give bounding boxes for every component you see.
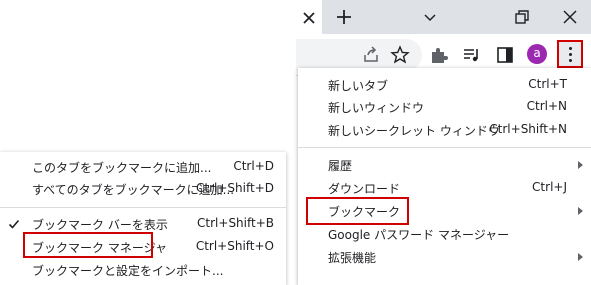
share-icon[interactable] [361, 45, 381, 65]
new-tab-icon[interactable] [335, 8, 353, 26]
menu-dot-icon [569, 53, 572, 56]
media-control-icon[interactable] [462, 45, 482, 65]
menu-item-shortcut: Ctrl+T [528, 77, 567, 91]
menu-item-label: 新しいウィンドウ [328, 101, 425, 115]
menu-item-history[interactable]: 履歴 [298, 154, 591, 176]
menu-item-label: ブックマークと設定をインポート... [32, 264, 224, 278]
bookmarks-submenu: このタブをブックマークに追加... Ctrl+D すべてのタブをブックマークに追… [0, 152, 286, 285]
menu-item-shortcut: Ctrl+D [233, 159, 274, 173]
menu-divider [298, 147, 591, 148]
chrome-main-menu: 新しいタブ Ctrl+T 新しいウィンドウ Ctrl+N 新しいシークレット ウ… [298, 68, 591, 285]
menu-item-shortcut: Ctrl+N [526, 99, 567, 113]
menu-item-extensions[interactable]: 拡張機能 [298, 246, 591, 268]
menu-item-label: このタブをブックマークに追加... [32, 161, 212, 175]
checkmark-icon [8, 219, 20, 229]
menu-item-label: Google パスワード マネージャー [328, 228, 510, 242]
menu-item-shortcut: Ctrl+Shift+O [195, 239, 274, 253]
menu-item-label: ダウンロード [328, 182, 401, 196]
menu-item-incognito-window[interactable]: 新しいシークレット ウィンドウ Ctrl+Shift+N [298, 119, 591, 141]
menu-divider [0, 207, 286, 208]
submenu-item-import-bookmarks[interactable]: ブックマークと設定をインポート... [0, 259, 286, 281]
close-window-icon[interactable] [560, 7, 580, 27]
bookmarks-highlight-box [306, 197, 409, 225]
menu-item-label: 履歴 [328, 159, 353, 173]
submenu-arrow-icon [578, 161, 583, 169]
menu-item-new-window[interactable]: 新しいウィンドウ Ctrl+N [298, 96, 591, 118]
submenu-arrow-icon [578, 207, 583, 215]
submenu-item-bookmark-this-tab[interactable]: このタブをブックマークに追加... Ctrl+D [0, 156, 286, 178]
submenu-arrow-icon [578, 253, 583, 261]
menu-item-label: 新しいタブ [328, 79, 389, 93]
bookmark-manager-highlight-box [23, 232, 153, 258]
menu-item-shortcut: Ctrl+J [532, 180, 567, 194]
menu-item-shortcut: Ctrl+Shift+D [196, 181, 274, 195]
menu-item-shortcut: Ctrl+Shift+B [197, 216, 274, 230]
bookmark-star-icon[interactable] [390, 45, 410, 65]
close-tab-icon[interactable] [300, 9, 318, 27]
menu-dot-icon [569, 59, 572, 62]
extensions-puzzle-icon[interactable] [429, 45, 449, 65]
menu-item-downloads[interactable]: ダウンロード Ctrl+J [298, 177, 591, 199]
menu-dot-icon [569, 47, 572, 50]
menu-item-label: 拡張機能 [328, 251, 377, 265]
menu-item-label: 新しいシークレット ウィンドウ [328, 124, 500, 138]
submenu-item-bookmark-all-tabs[interactable]: すべてのタブをブックマークに追加... Ctrl+Shift+D [0, 178, 286, 200]
menu-item-shortcut: Ctrl+Shift+N [489, 122, 567, 136]
tab-search-chevron-icon[interactable] [420, 7, 440, 27]
side-panel-icon[interactable] [495, 45, 515, 65]
menu-item-label: ブックマーク バーを表示 [32, 218, 168, 232]
restore-window-icon[interactable] [512, 7, 532, 27]
menu-item-password-manager[interactable]: Google パスワード マネージャー [298, 223, 591, 245]
profile-avatar[interactable]: a [527, 44, 547, 64]
menu-item-new-tab[interactable]: 新しいタブ Ctrl+T [298, 74, 591, 96]
active-tab[interactable] [296, 0, 322, 34]
chrome-menu-button[interactable] [557, 40, 583, 68]
